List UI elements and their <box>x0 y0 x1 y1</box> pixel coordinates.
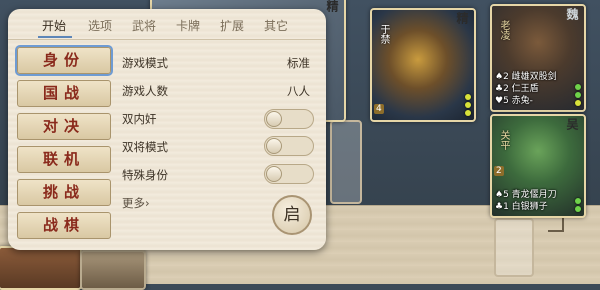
tab-start[interactable]: 开始 <box>42 17 66 34</box>
option-label-game-mode: 游戏模式 <box>122 56 168 70</box>
hp-dot <box>575 206 581 212</box>
kingdom-label: 魏 <box>565 8 579 20</box>
tab-extensions[interactable]: 扩展 <box>220 17 244 34</box>
equipment-list: ♠5 青龙偃月刀 ♣1 白银狮子 <box>495 189 557 213</box>
general-name: 老凌 <box>498 20 509 40</box>
tab-options[interactable]: 选项 <box>88 17 112 34</box>
option-label-player-count: 游戏人数 <box>122 84 168 98</box>
player-card-center[interactable]: 精 于禁 4 <box>370 8 476 122</box>
active-tab-indicator <box>38 36 72 38</box>
mode-button-online[interactable]: 联机 <box>17 146 111 173</box>
option-label-dual-general: 双将模式 <box>122 140 168 154</box>
hp-dot <box>465 102 471 108</box>
equipment-item: ♠2 雌雄双股剑 <box>495 72 557 82</box>
hp-indicator <box>575 84 581 106</box>
hp-dot <box>465 110 471 116</box>
toggle-double-traitor[interactable] <box>264 109 314 129</box>
general-name: 于禁 <box>378 24 389 44</box>
toggle-special-identity[interactable] <box>264 164 314 184</box>
card-slot <box>494 218 534 277</box>
hp-indicator <box>575 198 581 212</box>
tab-cards[interactable]: 卡牌 <box>176 17 200 34</box>
hp-dot <box>575 100 581 106</box>
equipment-list: ♠2 雌雄双股剑 ♣2 仁王盾 ♥5 赤兔- <box>495 71 557 107</box>
card-slot <box>330 120 362 204</box>
equipment-item: ♠5 青龙偃月刀 <box>495 190 557 200</box>
equipment-item: ♣1 白银狮子 <box>495 202 548 212</box>
mode-button-national-war[interactable]: 国战 <box>17 80 111 107</box>
hand-count-badge: 4 <box>374 104 384 114</box>
mode-button-identity[interactable]: 身份 <box>17 47 111 74</box>
equipment-item: ♣2 仁王盾 <box>495 84 539 94</box>
player-card-right-bottom[interactable]: 吴 关平 2 ♠5 青龙偃月刀 ♣1 白银狮子 <box>490 114 586 218</box>
hand-count-badge: 2 <box>494 166 504 176</box>
toggle-knob <box>266 138 282 154</box>
player-card-right-top[interactable]: 魏 老凌 ♠2 雌雄双股剑 ♣2 仁王盾 ♥5 赤兔- <box>490 4 586 112</box>
mode-button-war-chess[interactable]: 战棋 <box>17 212 111 239</box>
more-options-link[interactable]: 更多› <box>122 195 150 211</box>
hp-dot <box>575 92 581 98</box>
mode-button-challenge[interactable]: 挑战 <box>17 179 111 206</box>
tab-generals[interactable]: 武将 <box>132 17 156 34</box>
hp-dot <box>465 94 471 100</box>
hp-dot <box>575 84 581 90</box>
option-value-player-count[interactable]: 八人 <box>287 83 310 99</box>
equipment-item: ♥5 赤兔- <box>495 96 533 106</box>
mode-button-duel[interactable]: 对决 <box>17 113 111 140</box>
kingdom-label: 精 <box>455 12 469 24</box>
player-card-bottom-left[interactable] <box>0 246 82 290</box>
option-label-special-identity: 特殊身份 <box>122 168 168 182</box>
toggle-knob <box>266 166 282 182</box>
option-label-double-traitor: 双内奸 <box>122 112 157 126</box>
main-menu-panel: 开始 选项 武将 卡牌 扩展 其它 身份 国战 对决 联机 挑战 战棋 游戏模式… <box>8 9 326 250</box>
start-game-button[interactable]: 启 <box>272 195 312 235</box>
toggle-dual-general[interactable] <box>264 136 314 156</box>
kingdom-label: 精 <box>325 0 339 12</box>
card-art <box>0 248 80 288</box>
menu-tabs: 开始 选项 武将 卡牌 扩展 其它 <box>8 9 326 40</box>
hp-dot <box>575 198 581 204</box>
option-value-game-mode[interactable]: 标准 <box>287 55 310 71</box>
kingdom-label: 吴 <box>565 118 579 130</box>
corner-mark-icon <box>548 216 564 232</box>
tab-other[interactable]: 其它 <box>264 17 288 34</box>
hp-indicator <box>465 94 471 116</box>
toggle-knob <box>266 111 282 127</box>
general-name: 关平 <box>498 130 509 150</box>
player-card-bottom[interactable] <box>80 250 146 290</box>
